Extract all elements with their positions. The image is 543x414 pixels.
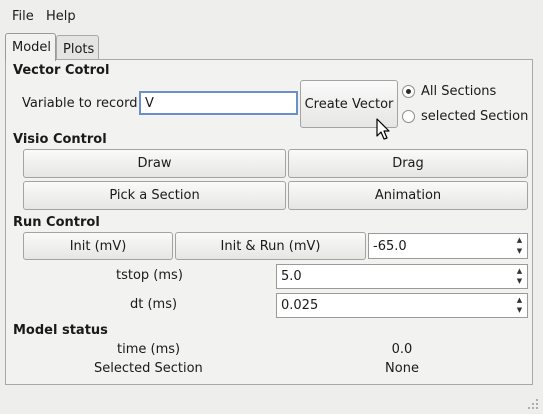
spin-up-icon[interactable]: ▲ [517, 267, 522, 276]
menu-help[interactable]: Help [46, 9, 76, 24]
tstop-value: 5.0 [281, 269, 302, 284]
tab-model-label: Model [12, 40, 52, 55]
vector-control-title: Vector Cotrol [13, 63, 110, 78]
pick-section-button[interactable]: Pick a Section [23, 181, 286, 210]
spin-down-icon[interactable]: ▼ [517, 247, 522, 256]
tab-plots[interactable]: Plots [56, 35, 99, 61]
init-value-text: -65.0 [373, 238, 407, 254]
spin-arrows[interactable]: ▲ ▼ [514, 236, 525, 256]
resize-grip-icon[interactable] [527, 398, 539, 410]
menubar: File Help [0, 0, 543, 32]
spin-up-icon[interactable]: ▲ [517, 296, 522, 305]
time-label: time (ms) [117, 342, 181, 357]
init-label: Init (mV) [69, 238, 127, 254]
model-status-title: Model status [13, 323, 108, 338]
init-button[interactable]: Init (mV) [23, 232, 173, 260]
radio-all-sections-label[interactable]: All Sections [421, 84, 496, 99]
variable-input[interactable]: V [139, 91, 298, 115]
init-run-button[interactable]: Init & Run (mV) [175, 232, 366, 260]
draw-label: Draw [137, 156, 172, 171]
selected-section-label: Selected Section [94, 361, 203, 376]
drag-label: Drag [392, 156, 424, 171]
spin-arrows[interactable]: ▲ ▼ [514, 296, 525, 315]
visio-control-title: Visio Control [13, 132, 107, 147]
dt-label: dt (ms) [130, 297, 178, 312]
variable-input-value: V [145, 95, 154, 111]
animation-label: Animation [374, 188, 442, 203]
drag-button[interactable]: Drag [288, 149, 528, 178]
run-control-title: Run Control [13, 215, 100, 230]
tstop-label: tstop (ms) [116, 268, 183, 283]
mouse-pointer-icon [376, 118, 390, 140]
statusbar [0, 388, 543, 414]
radio-selected-section[interactable] [402, 110, 415, 123]
tstop-spinbox[interactable]: 5.0 ▲ ▼ [276, 264, 528, 289]
selected-section-value: None [385, 361, 419, 376]
time-value: 0.0 [391, 342, 413, 357]
spin-arrows[interactable]: ▲ ▼ [514, 267, 525, 286]
draw-button[interactable]: Draw [23, 149, 286, 178]
animation-button[interactable]: Animation [288, 181, 528, 210]
spin-up-icon[interactable]: ▲ [517, 236, 522, 245]
create-vector-label: Create Vector [304, 96, 394, 112]
radio-selected-section-label[interactable]: selected Section [421, 109, 528, 124]
variable-label: Variable to record: [22, 96, 142, 111]
dt-spinbox[interactable]: 0.025 ▲ ▼ [276, 293, 528, 318]
spin-down-icon[interactable]: ▼ [517, 277, 522, 286]
dt-value: 0.025 [281, 298, 319, 313]
init-value-spinbox[interactable]: -65.0 ▲ ▼ [368, 233, 528, 259]
tab-plots-label: Plots [63, 42, 95, 57]
pick-section-label: Pick a Section [109, 188, 200, 203]
main-window: File Help Model Plots Vector Cotrol Vari… [0, 0, 543, 414]
init-run-label: Init & Run (mV) [220, 238, 321, 254]
tab-model[interactable]: Model [5, 33, 56, 61]
menu-file[interactable]: File [12, 9, 34, 24]
radio-all-sections[interactable] [402, 85, 415, 98]
spin-down-icon[interactable]: ▼ [517, 306, 522, 315]
